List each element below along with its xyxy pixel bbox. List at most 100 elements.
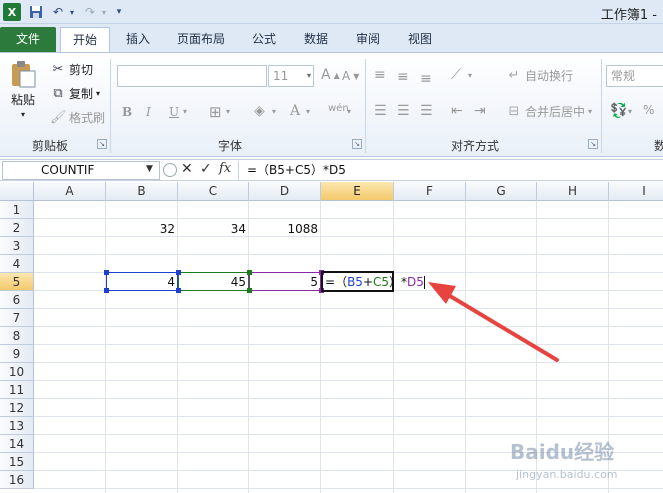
row-header-11[interactable]: 11 — [0, 381, 34, 399]
column-header-d[interactable]: D — [249, 182, 321, 201]
font-name-combobox[interactable] — [117, 65, 267, 87]
fill-dropdown-icon[interactable]: ▾ — [272, 107, 276, 116]
column-header-b[interactable]: B — [106, 182, 178, 201]
excel-icon[interactable]: X — [3, 3, 21, 21]
currency-dropdown-icon[interactable]: ▾ — [628, 107, 632, 116]
row-header-2[interactable]: 2 — [0, 219, 34, 237]
ref-handle[interactable] — [247, 270, 252, 275]
formula-bar-resize-icon[interactable] — [163, 163, 177, 177]
row-header-3[interactable]: 3 — [0, 237, 34, 255]
row-header-10[interactable]: 10 — [0, 363, 34, 381]
currency-icon[interactable]: 💱 — [610, 103, 627, 119]
save-icon[interactable] — [28, 3, 44, 21]
bold-button[interactable]: B — [122, 105, 132, 119]
increase-indent-icon[interactable]: ⇥ — [474, 103, 486, 119]
row-header-1[interactable]: 1 — [0, 201, 34, 219]
align-middle-icon[interactable]: ≡ — [397, 69, 409, 85]
redo-dropdown-icon[interactable]: ▾ — [99, 3, 109, 21]
decrease-indent-icon[interactable]: ⇤ — [451, 103, 463, 119]
cell-b2[interactable]: 32 — [106, 220, 178, 238]
font-launcher-icon[interactable]: ↘ — [352, 139, 362, 149]
column-header-e[interactable]: E — [321, 182, 394, 201]
paste-button[interactable]: 粘贴 ▾ — [8, 59, 38, 119]
customize-qa-icon[interactable]: ▾ — [114, 3, 124, 21]
align-bottom-icon[interactable]: ≡ — [420, 71, 432, 87]
format-painter-button[interactable]: 🖌 格式刷 — [50, 109, 105, 126]
insert-function-icon[interactable]: fx — [219, 161, 231, 176]
tab-insert[interactable]: 插入 — [116, 27, 160, 52]
align-center-icon[interactable]: ☰ — [397, 103, 410, 119]
row-header-7[interactable]: 7 — [0, 309, 34, 327]
cut-button[interactable]: ✂ 剪切 — [50, 61, 93, 78]
align-left-icon[interactable]: ☰ — [374, 103, 387, 119]
row-header-5[interactable]: 5 — [0, 273, 34, 291]
cell-d2[interactable]: 1088 — [249, 220, 321, 238]
column-header-a[interactable]: A — [34, 182, 106, 201]
undo-icon[interactable]: ↶ — [50, 3, 66, 21]
undo-dropdown-icon[interactable]: ▾ — [67, 3, 77, 21]
cancel-icon[interactable]: ✕ — [181, 161, 193, 177]
column-header-i[interactable]: I — [609, 182, 663, 201]
column-header-f[interactable]: F — [394, 182, 466, 201]
italic-button[interactable]: I — [146, 105, 151, 119]
redo-icon[interactable]: ↷ — [82, 3, 98, 21]
align-right-icon[interactable]: ☰ — [420, 103, 433, 119]
name-box-dropdown-icon[interactable]: ▼ — [146, 164, 153, 174]
column-header-g[interactable]: G — [466, 182, 537, 201]
number-format-combobox[interactable]: 常规 — [606, 65, 663, 87]
underline-button[interactable]: U — [169, 105, 179, 119]
cell-c2[interactable]: 34 — [178, 220, 249, 238]
enter-check-icon[interactable]: ✓ — [200, 161, 212, 177]
row-header-9[interactable]: 9 — [0, 345, 34, 363]
tab-page-layout[interactable]: 页面布局 — [168, 27, 234, 52]
gridline-horizontal — [34, 362, 663, 363]
row-header-12[interactable]: 12 — [0, 399, 34, 417]
ref-handle[interactable] — [176, 288, 181, 293]
orientation-icon[interactable]: ⟋ — [451, 67, 461, 83]
row-header-16[interactable]: 16 — [0, 471, 34, 489]
fill-color-icon[interactable]: ◈ — [254, 103, 265, 119]
select-all-corner[interactable] — [0, 182, 34, 201]
ref-handle[interactable] — [176, 270, 181, 275]
row-header-13[interactable]: 13 — [0, 417, 34, 435]
copy-icon: ⧉ — [53, 85, 63, 101]
column-header-c[interactable]: C — [178, 182, 249, 201]
ref-handle[interactable] — [247, 288, 252, 293]
ref-handle[interactable] — [104, 270, 109, 275]
copy-button[interactable]: ⧉ 复制 ▾ — [50, 85, 100, 102]
tab-view[interactable]: 视图 — [400, 27, 440, 52]
grow-font-button[interactable]: A ▲ — [321, 67, 340, 83]
font-color-button[interactable]: A — [290, 103, 300, 119]
percent-button[interactable]: % — [643, 103, 654, 117]
shrink-font-button[interactable]: A ▼ — [342, 69, 359, 83]
editing-formula[interactable]: =（B5+C5）*D5 — [323, 273, 425, 291]
tab-review[interactable]: 审阅 — [348, 27, 388, 52]
clipboard-launcher-icon[interactable]: ↘ — [97, 139, 107, 149]
merge-center-button[interactable]: ⊟ 合并后居中 ▾ — [506, 103, 592, 120]
font-color-dropdown-icon[interactable]: ▾ — [306, 107, 310, 116]
wrap-text-button[interactable]: ↵ 自动换行 — [506, 67, 573, 84]
tab-data[interactable]: 数据 — [296, 27, 336, 52]
formula-input[interactable]: =（B5+C5）*D5 — [238, 161, 662, 180]
row-header-15[interactable]: 15 — [0, 453, 34, 471]
orientation-dropdown-icon[interactable]: ▾ — [468, 71, 472, 80]
phonetic-button[interactable]: wén — [328, 103, 349, 114]
font-size-combobox[interactable]: 11 ▾ — [268, 65, 314, 87]
underline-dropdown-icon[interactable]: ▾ — [183, 107, 187, 116]
row-header-6[interactable]: 6 — [0, 291, 34, 309]
ref-handle[interactable] — [104, 288, 109, 293]
tab-formulas[interactable]: 公式 — [244, 27, 284, 52]
name-box[interactable]: COUNTIF — [2, 161, 160, 180]
row-header-4[interactable]: 4 — [0, 255, 34, 273]
row-header-8[interactable]: 8 — [0, 327, 34, 345]
alignment-launcher-icon[interactable]: ↘ — [588, 139, 598, 149]
borders-icon[interactable]: ⊞ — [209, 103, 222, 121]
row-header-14[interactable]: 14 — [0, 435, 34, 453]
borders-dropdown-icon[interactable]: ▾ — [226, 107, 230, 116]
column-header-h[interactable]: H — [537, 182, 609, 201]
tab-home[interactable]: 开始 — [60, 27, 110, 52]
align-top-icon[interactable]: ≡ — [374, 67, 386, 83]
phonetic-dropdown-icon[interactable]: ▾ — [347, 107, 351, 116]
tab-file[interactable]: 文件 — [0, 27, 56, 52]
gridline-horizontal — [34, 218, 663, 219]
